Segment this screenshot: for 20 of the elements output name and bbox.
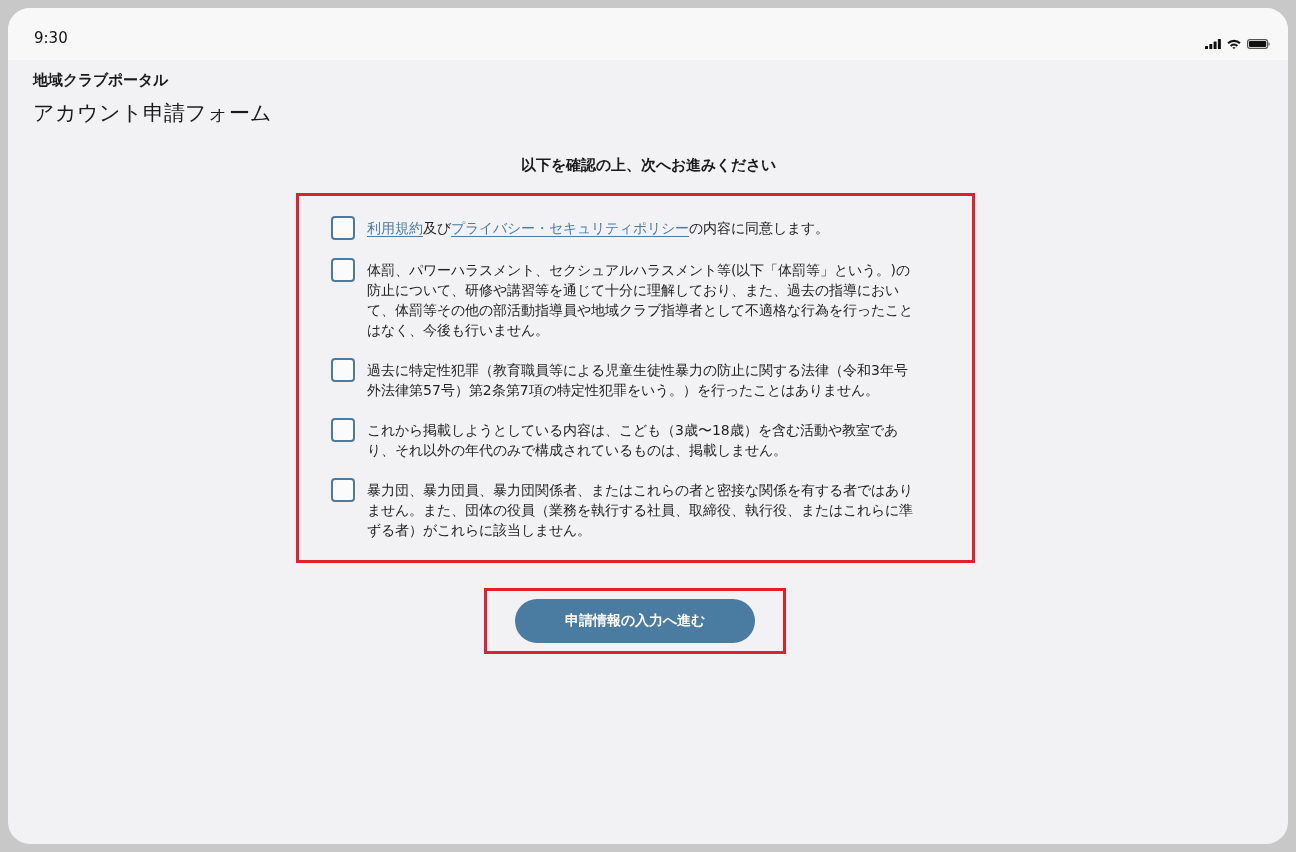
agreement-text: これから掲載しようとしている内容は、こども（3歳〜18歳）を含む活動や教室であり、それ以外の年代のみで構成されているものは、掲載しません。 [367,421,899,460]
policy-link[interactable]: 利用規約 [367,220,423,236]
checkbox[interactable] [331,258,355,282]
wifi-icon [1227,39,1241,49]
page-title: アカウント申請フォーム [33,100,272,127]
checkbox[interactable] [331,216,355,240]
checkbox[interactable] [331,358,355,382]
agreement-text: 暴力団、暴力団員、暴力団関係者、またはこれらの者と密接な関係を有する者ではありません。また、団体の役員（業務を執行する社員、取締役、執行役、またはこれらに準ずる者）がこれらに該当しません。 [367,481,914,540]
agreement-text: 過去に特定性犯罪（教育職員等による児童生徒性暴力の防止に関する法律（令和3年号外法律第57号）第2条第7項の特定性犯罪をいう。）を行ったことはありません。 [367,361,909,400]
signal-icon [1205,39,1221,49]
proceed-button[interactable]: 申請情報の入力へ進む [515,599,755,643]
checkbox[interactable] [331,418,355,442]
instruction-heading: 以下を確認の上、次へお進みください [520,155,776,176]
battery-icon [1247,39,1270,49]
policy-link[interactable]: プライバシー・セキュリティポリシー [451,220,689,236]
agreement-text: 体罰、パワーハラスメント、セクシュアルハラスメント等(以下「体罰等」という。)の防止について、研修や講習等を通じて十分に理解しており、また、過去の指導において、体罰等その他の部活動指導員や地域クラブ指導者として不適格な行為を行ったことはなく、今後も行いません。 [367,261,914,340]
checkbox[interactable] [331,478,355,502]
app-name: 地域クラブポータル [33,70,168,91]
status-time: 9:30 [34,28,68,48]
agreement-text: 利用規約及びプライバシー・セキュリティポリシーの内容に同意します。 [367,219,830,238]
